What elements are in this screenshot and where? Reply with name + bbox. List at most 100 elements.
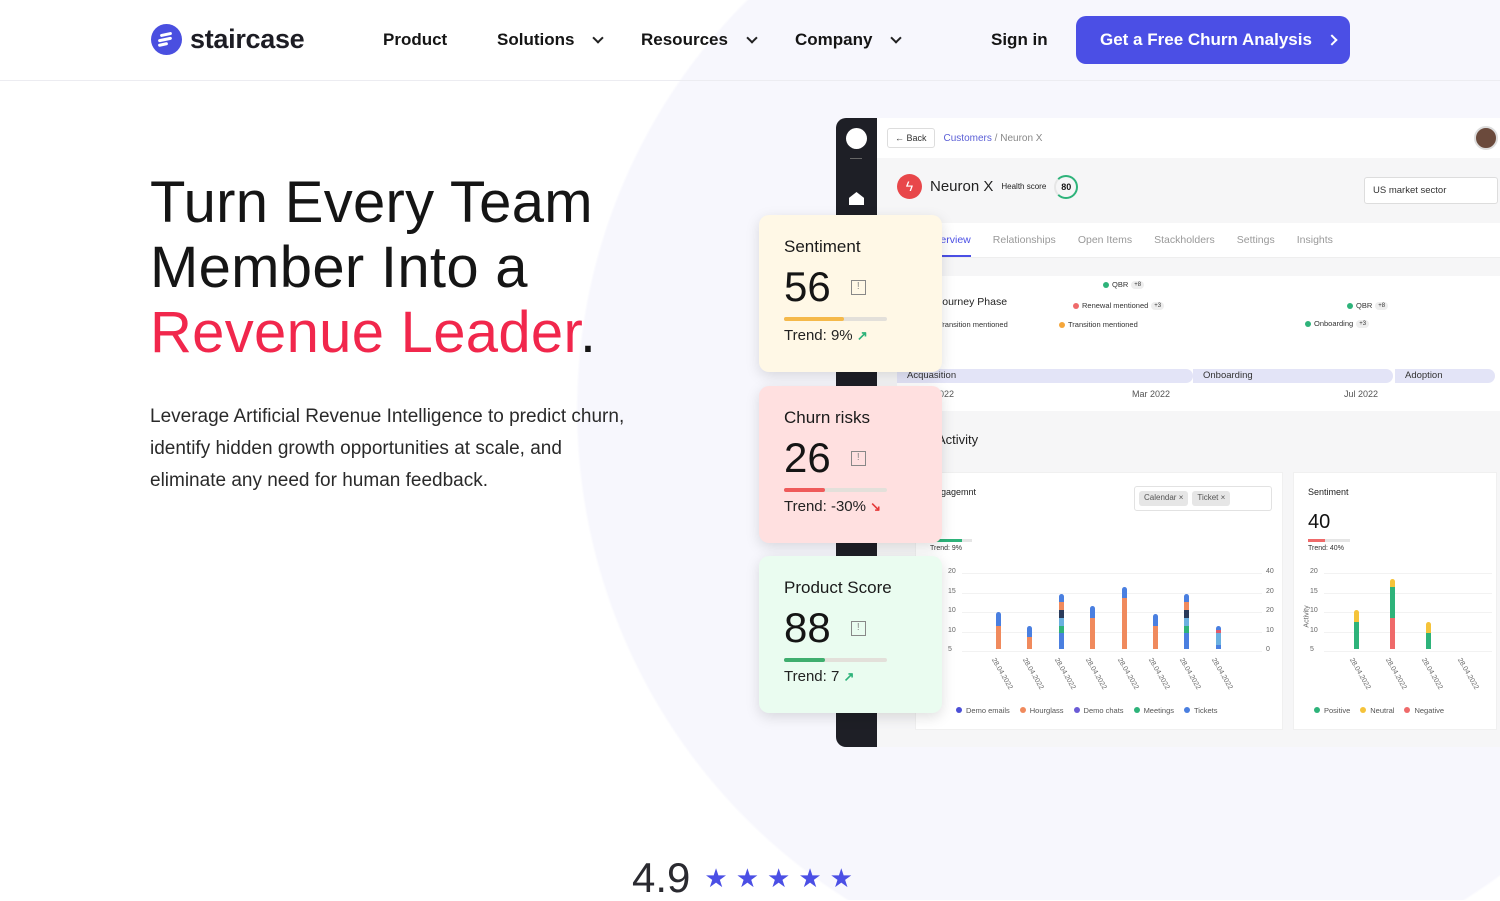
sign-in-link[interactable]: Sign in [991, 30, 1048, 50]
bar-segment [1390, 617, 1395, 649]
gridline [1324, 612, 1492, 613]
gridline [1324, 592, 1492, 594]
logo-icon [846, 128, 867, 149]
bar-segment [1184, 610, 1190, 618]
trend-value: 7 [830, 668, 840, 685]
bar-segment [1184, 602, 1190, 611]
legend-item: Positive [1314, 706, 1350, 715]
y-tick: 15 [948, 587, 956, 595]
y2-tick: 40 [1266, 568, 1274, 575]
x-tick: 28.04.2022 [989, 657, 1014, 691]
bar-segment [1058, 617, 1064, 626]
x-tick: 28.04.2022 [1021, 657, 1045, 691]
event-label: Onboarding [1314, 319, 1354, 328]
event-dot [1103, 281, 1109, 288]
y-tick: 15 [1310, 587, 1318, 595]
x-tick: 28.04.2022 [1455, 657, 1480, 691]
trend-up-icon: ↗ [843, 669, 855, 684]
progress-fill [784, 658, 826, 662]
event-label: Transition mentioned [938, 320, 1008, 329]
hero: Turn Every Team Member Into a Revenue Lead… [150, 170, 630, 497]
bar-segment [1058, 594, 1064, 603]
x-tick: 28.04.2022 [1146, 657, 1171, 691]
bar [1027, 625, 1033, 649]
mockup-topbar: ← Back Customers / Neuron X [877, 118, 1500, 158]
bar-segment [1027, 625, 1033, 638]
event-count: +8 [1131, 280, 1145, 289]
sector-select: US market sector [1364, 177, 1498, 204]
card-trend: Trend: 7 ↗ [784, 668, 917, 685]
mockup-panel: ← Back Customers / Neuron X ϟ Neuron X H… [877, 118, 1500, 747]
event-dot [1347, 302, 1353, 309]
breadcrumb-sep: / [991, 132, 1001, 144]
breadcrumb: Customers / Neuron X [944, 133, 1043, 144]
card-title: Sentiment [784, 237, 861, 256]
chevron-down-icon [592, 32, 605, 44]
chip: Ticket × [1192, 491, 1231, 506]
x-tick: 28.04.2022 [1178, 657, 1202, 691]
account-header: ϟ Neuron X Health score 80 [897, 174, 1079, 199]
legend-item: Hourglass [1020, 706, 1064, 715]
cta-label: Get a Free Churn Analysis [1100, 30, 1312, 49]
tab-open-items: Open Items [1077, 234, 1133, 246]
nav-solutions[interactable]: Solutions [497, 30, 605, 50]
nav-resources[interactable]: Resources [641, 30, 758, 50]
nav-label: Resources [641, 30, 728, 49]
headline-line: Turn Every Team [150, 170, 593, 235]
bar-segment [1354, 621, 1359, 649]
info-icon: ! [850, 620, 866, 636]
journey-event: QBR +8 [1347, 301, 1389, 310]
trend-value: -30% [830, 498, 866, 515]
tab-settings: Settings [1236, 234, 1275, 246]
event-count: +3 [1356, 319, 1370, 328]
card-value: 56 [784, 263, 831, 310]
trend-down-icon: ↘ [870, 499, 882, 514]
headline-highlight: Revenue Leader [150, 300, 580, 365]
chevron-right-icon [1326, 34, 1338, 46]
bar [1390, 578, 1395, 649]
logo[interactable]: staircase [151, 24, 305, 55]
legend-item: Negative [1404, 706, 1444, 715]
gridline [962, 573, 1262, 574]
mockup-tabs: Overview Relationships Open Items Stackhold… [877, 223, 1500, 258]
x-tick: 28.04.2022 [1209, 657, 1234, 691]
bar-segment [1058, 633, 1064, 649]
back-button: ← Back [887, 128, 935, 148]
card-value: 88 [784, 604, 831, 651]
journey-phase: Onboarding [1193, 369, 1393, 383]
x-tick: 28.04.2022 [1419, 657, 1444, 691]
bar-segment [1058, 602, 1064, 611]
bar-segment [1390, 578, 1395, 587]
y-tick: 10 [948, 607, 956, 614]
sentiment-chart: Sentiment 40 Trend: 40% Activity 20 15 10 1… [1293, 472, 1497, 730]
nav-product[interactable]: Product [383, 30, 447, 50]
bar [1215, 625, 1221, 649]
site-header: staircase Product Solutions Resources Co… [0, 0, 1500, 81]
bar-segment [1426, 621, 1431, 634]
free-churn-analysis-button[interactable]: Get a Free Churn Analysis [1076, 16, 1350, 64]
bar [1184, 594, 1190, 649]
journey-phase: Journey Phase QBR +8 Renewal mentioned +3 Tr… [897, 276, 1500, 411]
card-value-row: 56! [784, 263, 917, 311]
tab-insights: Insights [1296, 234, 1333, 246]
bar-segment [1184, 594, 1190, 603]
trend-label: Trend: [784, 327, 827, 344]
chart-trend: Trend: 40% [1308, 545, 1344, 552]
bar-segment [1121, 586, 1127, 599]
bar-segment [1184, 633, 1190, 649]
nav-company[interactable]: Company [795, 30, 903, 50]
breadcrumb-link: Customers [943, 132, 992, 144]
rating-stars: ★★★★★ [704, 862, 861, 893]
logo-icon [151, 24, 182, 55]
bar-segment [1354, 610, 1359, 622]
y-tick: 20 [948, 568, 956, 575]
card-value: 26 [784, 434, 831, 481]
bar-segment [1090, 617, 1096, 649]
home-icon [849, 192, 864, 205]
rating-score: 4.9 [632, 854, 691, 901]
bar-segment [1184, 625, 1190, 634]
info-icon: ! [850, 279, 866, 295]
rating: 4.9 ★★★★★ [632, 856, 861, 900]
bar [1426, 621, 1431, 649]
bar-segment [996, 625, 1001, 649]
